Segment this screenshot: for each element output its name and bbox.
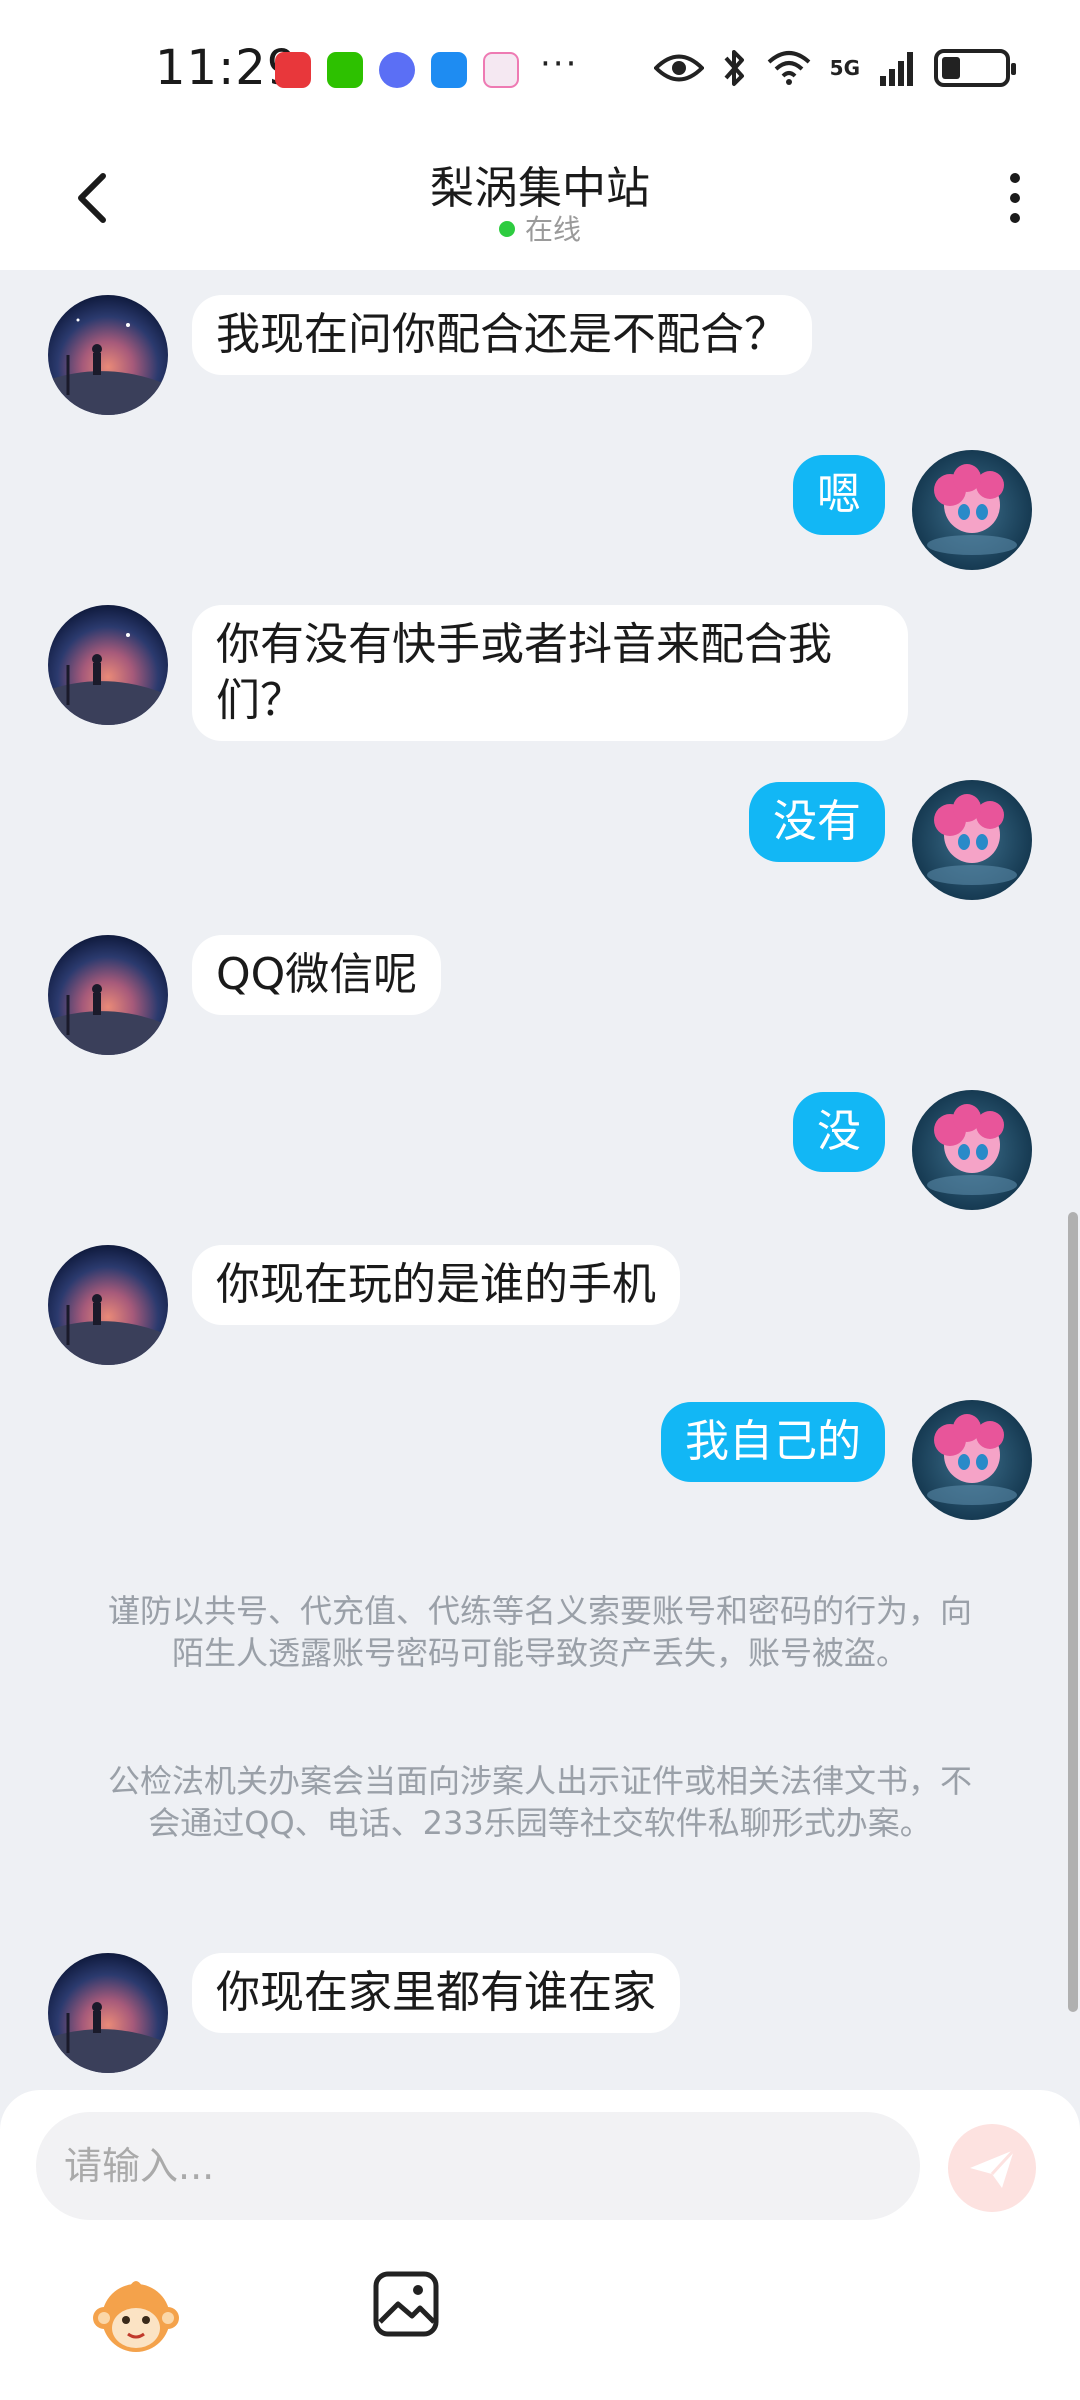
my-avatar[interactable]: [912, 1090, 1032, 1210]
online-status-label: 在线: [524, 213, 581, 246]
system-icons: 5G: [653, 48, 1016, 88]
contact-avatar[interactable]: [48, 1245, 168, 1365]
outgoing-message[interactable]: 没: [793, 1092, 885, 1172]
network-type-label: 5G: [829, 56, 860, 80]
chat-header: 梨涡集中站 在线: [0, 140, 1080, 270]
safety-notice-police: 公检法机关办案会当面向涉案人出示证件或相关法律文书，不会通过QQ、电话、233乐…: [107, 1762, 972, 1842]
send-icon: [970, 2148, 1016, 2188]
cloud-icon: [431, 52, 467, 88]
incoming-message[interactable]: 我现在问你配合还是不配合？: [192, 295, 812, 375]
contact-avatar[interactable]: [48, 935, 168, 1055]
outgoing-message[interactable]: 没有: [749, 782, 885, 862]
online-dot-icon: [498, 221, 515, 237]
input-panel: [0, 2090, 1080, 2400]
my-avatar[interactable]: [912, 780, 1032, 900]
notification-icons: [275, 52, 519, 88]
more-notifications-icon: ···: [540, 44, 579, 84]
outgoing-message[interactable]: 嗯: [793, 455, 885, 535]
battery-icon: [934, 49, 1016, 87]
incoming-message[interactable]: 你现在玩的是谁的手机: [192, 1245, 680, 1325]
status-bar: 11:29 ··· 5G: [0, 0, 1080, 140]
chat-message-list[interactable]: 我现在问你配合还是不配合？ 嗯 你有没有快手或者抖音来配合我们？ 没有 QQ微信…: [0, 270, 1080, 2090]
emoji-button[interactable]: [90, 2268, 182, 2360]
chat-scrollbar[interactable]: [1068, 1212, 1078, 2012]
contact-avatar[interactable]: [48, 605, 168, 725]
my-avatar[interactable]: [912, 450, 1032, 570]
wifi-icon: [767, 51, 810, 85]
wechat-icon: [327, 52, 363, 88]
incoming-message[interactable]: 你有没有快手或者抖音来配合我们？: [192, 605, 908, 741]
huawei-appgallery-icon: [275, 52, 311, 88]
chat-title: 梨涡集中站: [430, 163, 650, 214]
app-store-icon: [483, 52, 519, 88]
incoming-message[interactable]: QQ微信呢: [192, 935, 442, 1015]
image-button[interactable]: [372, 2270, 440, 2338]
bluetooth-icon: [724, 50, 744, 86]
outgoing-message[interactable]: 我自己的: [661, 1402, 885, 1482]
safety-notice-account: 谨防以共号、代充值、代练等名义索要账号和密码的行为，向陌生人透露账号密码可能导致…: [107, 1592, 972, 1672]
monkey-emoji-icon: [93, 2281, 179, 2352]
message-input[interactable]: [36, 2112, 920, 2220]
eye-icon: [653, 54, 704, 82]
incoming-message[interactable]: 你现在家里都有谁在家: [192, 1953, 680, 2033]
more-options-icon[interactable]: [995, 168, 1035, 228]
send-button[interactable]: [948, 2124, 1036, 2212]
contact-avatar[interactable]: [48, 1953, 168, 2073]
contact-avatar[interactable]: [48, 295, 168, 415]
online-status: 在线: [0, 208, 1080, 248]
my-avatar[interactable]: [912, 1400, 1032, 1520]
signal-icon: [880, 52, 913, 86]
music-icon: [379, 52, 415, 88]
image-icon: [373, 2271, 439, 2337]
